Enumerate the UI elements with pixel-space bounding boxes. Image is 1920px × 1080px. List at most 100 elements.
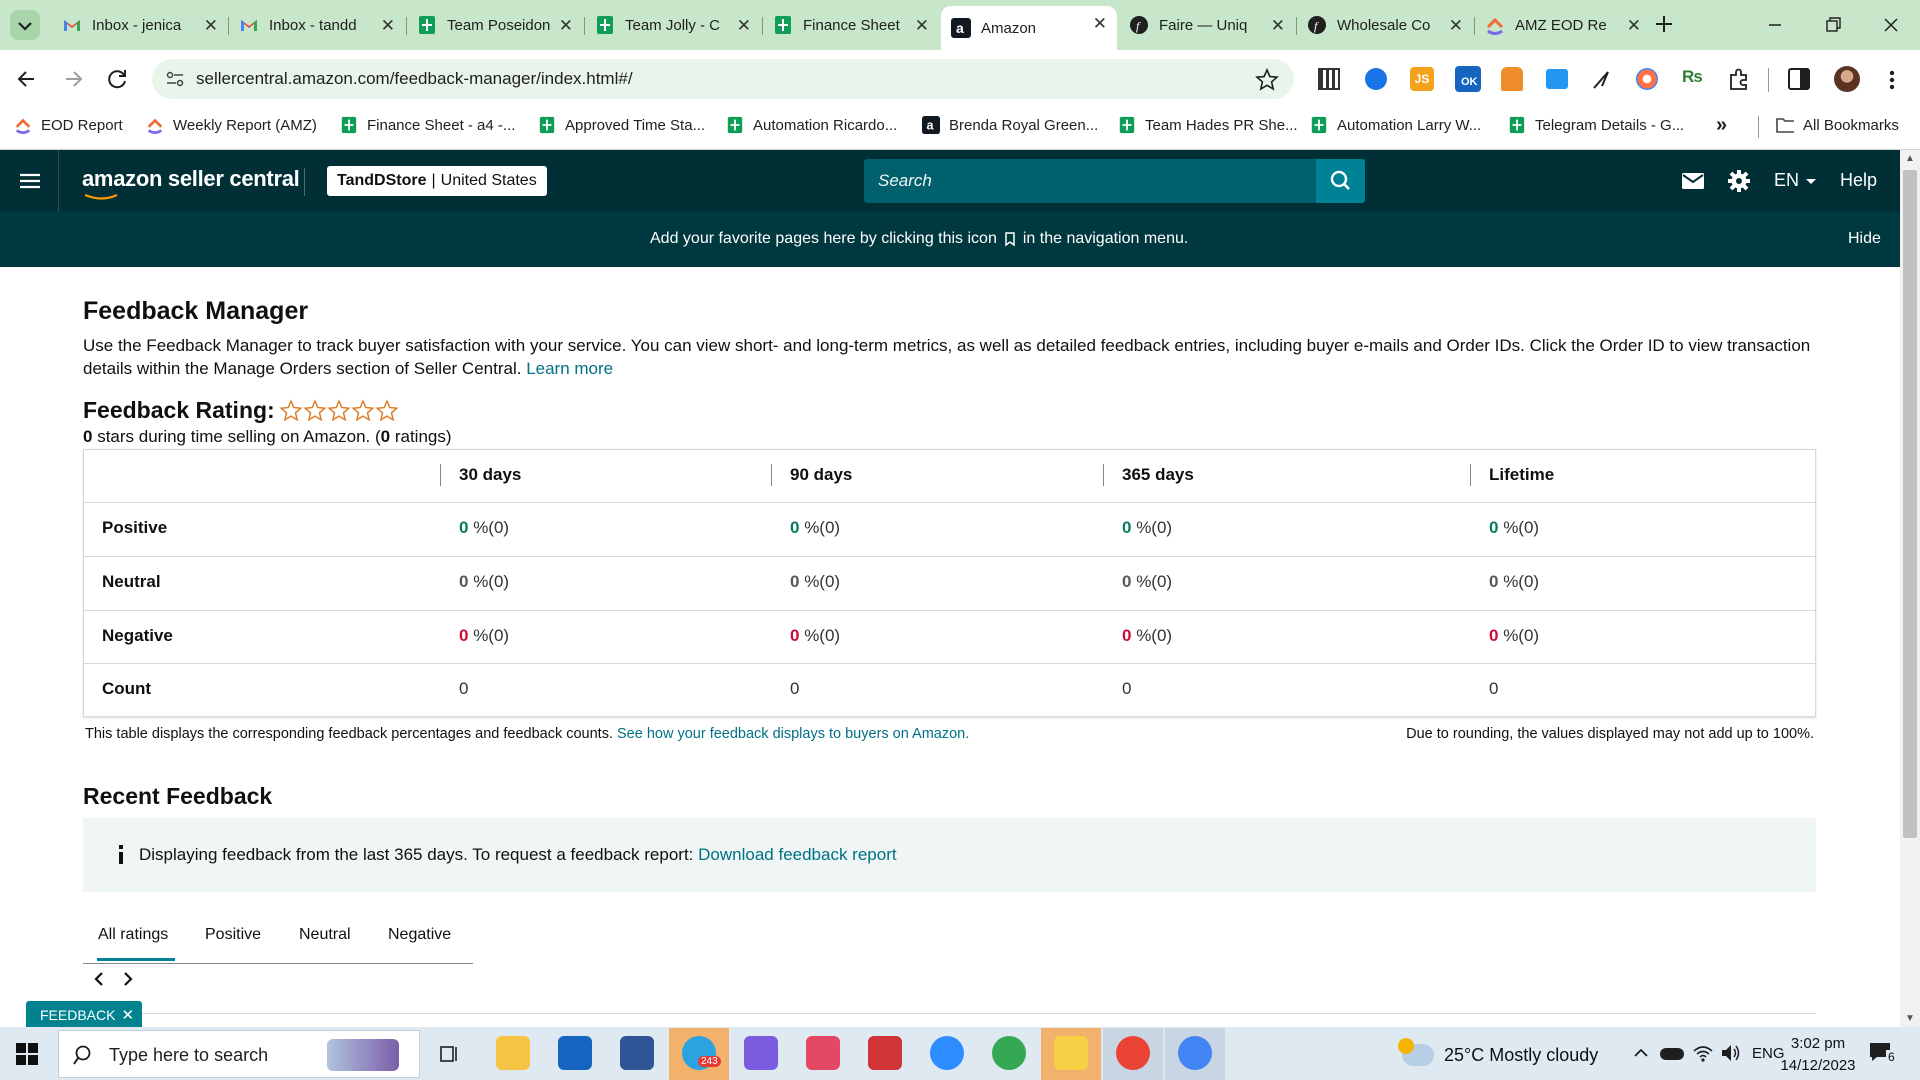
file-explorer-icon[interactable] — [496, 1036, 530, 1070]
close-tab-icon[interactable]: ✕ — [1093, 14, 1107, 34]
close-tab-icon[interactable]: ✕ — [559, 16, 573, 36]
all-bookmarks-button[interactable]: All Bookmarks — [1776, 116, 1899, 134]
feedback-display-link[interactable]: See how your feedback displays to buyers… — [617, 726, 969, 742]
arrow-extension-icon[interactable] — [1590, 66, 1614, 92]
feedback-widget-button[interactable]: FEEDBACK ✕ — [26, 1001, 143, 1029]
clock[interactable]: 3:02 pm 14/12/2023 — [1770, 1033, 1866, 1077]
telegram-icon[interactable]: 243 — [682, 1036, 721, 1070]
browser-tab[interactable]: Finance Sheet ✕ — [763, 8, 939, 42]
close-tab-icon[interactable]: ✕ — [915, 16, 929, 36]
bookmark-item[interactable]: EOD Report — [14, 116, 123, 134]
close-tab-icon[interactable]: ✕ — [1627, 16, 1641, 36]
browser-tab[interactable]: Inbox - jenica ✕ — [52, 8, 228, 42]
puzzle-extensions-icon[interactable] — [1726, 66, 1752, 92]
close-window-button[interactable] — [1876, 10, 1906, 40]
browser-tab[interactable]: a Amazon ✕ — [941, 6, 1117, 50]
task-view-button[interactable] — [438, 1043, 460, 1065]
chrome-icon[interactable] — [992, 1036, 1026, 1070]
close-tab-icon[interactable]: ✕ — [1271, 16, 1285, 36]
sticky-notes-icon[interactable] — [1054, 1036, 1088, 1070]
back-button[interactable] — [12, 66, 42, 92]
puzzle-blue-extension-icon[interactable] — [1365, 68, 1387, 90]
mail-app-icon[interactable] — [558, 1036, 592, 1070]
close-tab-icon[interactable]: ✕ — [381, 16, 395, 36]
qr-code-extension-icon[interactable] — [1318, 68, 1340, 90]
browser-menu-button[interactable] — [1884, 66, 1900, 94]
cake-extension-icon[interactable] — [1501, 67, 1523, 91]
bookmark-item[interactable]: Weekly Report (AMZ) — [146, 116, 317, 134]
tab-separator — [406, 17, 407, 35]
notifications-button[interactable]: 6 — [1868, 1040, 1902, 1070]
copilot-icon[interactable] — [744, 1036, 778, 1070]
js-extension-icon[interactable]: JS — [1410, 67, 1434, 91]
bookmark-item[interactable]: Telegram Details - G... — [1508, 116, 1684, 134]
start-button[interactable] — [16, 1043, 38, 1065]
circle-extension-icon[interactable] — [1636, 68, 1658, 90]
scrollbar-thumb[interactable] — [1903, 170, 1917, 838]
volume-icon[interactable] — [1720, 1042, 1742, 1064]
help-link[interactable]: Help — [1840, 170, 1877, 191]
fba-extension-icon[interactable] — [1546, 69, 1568, 89]
learn-more-link[interactable]: Learn more — [526, 359, 613, 378]
weather-widget[interactable]: 25°C Mostly cloudy — [1398, 1038, 1598, 1070]
download-feedback-report-link[interactable]: Download feedback report — [698, 845, 896, 864]
browser-tab[interactable]: f Faire — Uniq ✕ — [1119, 8, 1295, 42]
settings-button[interactable] — [1726, 168, 1752, 194]
filter-tab[interactable]: Negative — [388, 926, 451, 944]
search-button[interactable] — [1316, 159, 1365, 203]
bookmark-item[interactable]: Finance Sheet - a4 -... — [340, 116, 515, 134]
browser-tab[interactable]: AMZ EOD Re ✕ — [1475, 8, 1651, 42]
reload-button[interactable] — [104, 66, 132, 92]
close-tab-icon[interactable]: ✕ — [1449, 16, 1463, 36]
browser-tab[interactable]: Inbox - tandd ✕ — [229, 8, 405, 42]
wifi-icon[interactable] — [1692, 1042, 1714, 1064]
scroll-up-arrow[interactable]: ▲ — [1905, 153, 1915, 164]
bookmark-item[interactable]: a Brenda Royal Green... — [922, 116, 1098, 134]
bookmark-item[interactable]: Automation Ricardo... — [726, 116, 897, 134]
pagination-prev-button[interactable] — [91, 968, 107, 990]
messages-button[interactable] — [1680, 170, 1706, 192]
filter-tab[interactable]: All ratings — [98, 926, 168, 944]
restore-button[interactable] — [1818, 10, 1848, 40]
chrome-profile-2-icon[interactable] — [1178, 1036, 1212, 1070]
chrome-profile-icon[interactable] — [1116, 1036, 1150, 1070]
bookmark-star-button[interactable] — [1254, 67, 1280, 93]
close-tab-icon[interactable]: ✕ — [737, 16, 751, 36]
pagination-next-button[interactable] — [120, 968, 136, 990]
ok-extension-icon[interactable]: OK — [1455, 66, 1481, 92]
voice-app-icon[interactable] — [868, 1036, 902, 1070]
calculator-icon[interactable] — [620, 1036, 654, 1070]
rating-summary-ratings: 0 — [380, 427, 391, 446]
search-input[interactable] — [864, 159, 1316, 203]
forward-button[interactable] — [58, 66, 88, 92]
seller-central-logo[interactable]: amazon seller central — [82, 166, 300, 200]
filter-tab[interactable]: Positive — [205, 926, 261, 944]
snipping-tool-icon[interactable] — [806, 1036, 840, 1070]
taskbar-search-box[interactable]: Type here to search — [58, 1030, 420, 1078]
filter-tab[interactable]: Neutral — [299, 926, 351, 944]
profile-avatar[interactable] — [1834, 66, 1860, 92]
browser-tab[interactable]: f Wholesale Co ✕ — [1297, 8, 1473, 42]
language-selector[interactable]: EN — [1774, 170, 1818, 191]
new-tab-button[interactable] — [1650, 10, 1678, 38]
url-text[interactable]: sellercentral.amazon.com/feedback-manage… — [196, 69, 633, 89]
bookmark-item[interactable]: Automation Larry W... — [1310, 116, 1481, 134]
more-bookmarks-button[interactable]: » — [1716, 114, 1742, 138]
side-panel-icon[interactable] — [1788, 68, 1810, 90]
browser-tab[interactable]: Team Poseidon ✕ — [407, 8, 583, 42]
tab-search-button[interactable] — [10, 10, 40, 40]
site-info-icon[interactable] — [164, 69, 186, 89]
hamburger-menu-button[interactable] — [18, 170, 42, 192]
tray-overflow-button[interactable] — [1632, 1042, 1650, 1064]
hide-banner-button[interactable]: Hide — [1848, 230, 1881, 248]
zoom-icon[interactable] — [930, 1036, 964, 1070]
scroll-down-arrow[interactable]: ▼ — [1905, 1013, 1915, 1024]
store-selector[interactable]: TandDStore | United States — [327, 166, 547, 196]
bookmark-item[interactable]: Approved Time Sta... — [538, 116, 705, 134]
bookmark-item[interactable]: Team Hades PR She... — [1118, 116, 1298, 134]
minimize-button[interactable] — [1760, 10, 1790, 40]
rupee-extension-icon[interactable]: ₨ — [1682, 67, 1704, 91]
browser-tab[interactable]: Team Jolly - C ✕ — [585, 8, 761, 42]
onedrive-icon[interactable] — [1660, 1048, 1684, 1060]
close-tab-icon[interactable]: ✕ — [204, 16, 218, 36]
